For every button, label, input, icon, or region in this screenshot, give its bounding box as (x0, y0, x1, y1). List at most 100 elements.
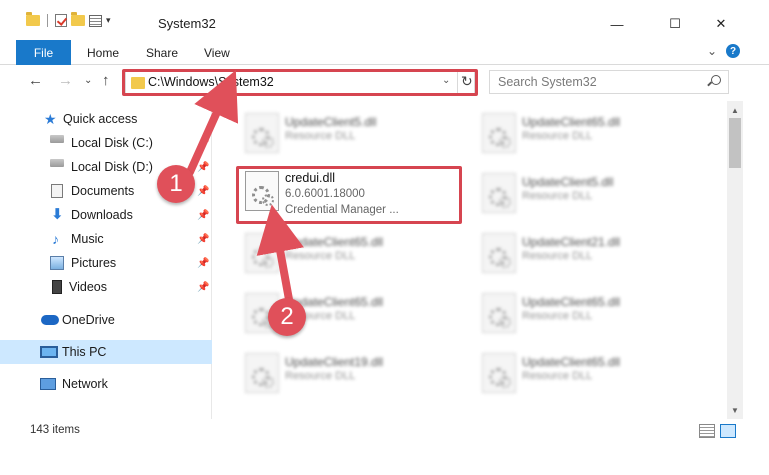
music-icon: ♪ (52, 231, 59, 247)
pin-icon: 📌 (197, 281, 210, 293)
file-name: UpdateClient65.dll (522, 115, 621, 129)
file-type: Resource DLL (285, 370, 356, 382)
drive-icon (50, 159, 64, 167)
sidebar-item-onedrive[interactable]: OneDrive (0, 308, 212, 332)
pin-icon: 📌 (197, 137, 210, 149)
sidebar-item-label: Local Disk (D:) (71, 160, 153, 174)
dll-file-icon (482, 173, 516, 213)
dll-file-icon (245, 353, 279, 393)
tab-view[interactable]: View (204, 46, 230, 60)
file-type: Resource DLL (522, 310, 593, 322)
dll-file-icon (482, 353, 516, 393)
vertical-scrollbar[interactable]: ▲ ▼ (727, 101, 743, 419)
sidebar-item-label: Documents (71, 184, 135, 198)
file-tile[interactable]: UpdateClient65.dll Resource DLL (472, 105, 692, 155)
properties-check-icon[interactable] (55, 14, 67, 27)
file-name: UpdateClient21.dll (522, 235, 621, 249)
step-2-marker: 2 (268, 298, 306, 336)
file-tile[interactable]: UpdateClient21.dll Resource DLL (472, 225, 692, 275)
step-1-marker: 1 (157, 165, 195, 203)
file-type: Resource DLL (285, 250, 356, 262)
sidebar-item-label: Downloads (71, 208, 133, 222)
sidebar-item-pictures[interactable]: Pictures 📌 (0, 251, 212, 275)
file-highlight-box (236, 166, 462, 224)
sidebar-item-network[interactable]: Network (0, 372, 212, 396)
sidebar-item-label: Music (71, 232, 104, 246)
sidebar-item-videos[interactable]: Videos 📌 (0, 275, 212, 299)
computer-icon (40, 346, 58, 358)
minimize-button[interactable]: — (594, 10, 640, 38)
file-tile[interactable]: UpdateClient65.dll Resource DLL (235, 225, 455, 275)
back-button[interactable]: ← (28, 72, 43, 89)
scroll-thumb[interactable] (729, 118, 741, 168)
sidebar-item-this-pc[interactable]: This PC (0, 340, 212, 364)
documents-icon (51, 184, 63, 198)
dll-file-icon (482, 113, 516, 153)
pin-icon: 📌 (197, 209, 210, 221)
file-type: Resource DLL (522, 190, 593, 202)
window-title: System32 (158, 16, 216, 31)
ribbon-tabs: File Home Share View ⌄ ? (0, 39, 769, 65)
file-tile[interactable]: UpdateClient65.dll Resource DLL (472, 345, 692, 395)
sidebar-item-label: Quick access (63, 112, 138, 126)
file-name: UpdateClient65.dll (522, 355, 621, 369)
file-tile[interactable]: UpdateClient65.dll Resource DLL (472, 285, 692, 335)
dll-file-icon (482, 293, 516, 333)
quick-access-toolbar: ▾ (26, 12, 111, 27)
pin-icon: 📌 (197, 161, 210, 173)
folder-icon (26, 12, 40, 26)
customize-toolbar-dropdown[interactable]: ▾ (106, 15, 111, 26)
sidebar-item-label: OneDrive (62, 313, 115, 327)
navigation-pane: ★ Quick access Local Disk (C:) 📌 Local D… (0, 101, 212, 419)
title-bar: ▾ System32 — ☐ ✕ (0, 0, 769, 44)
scroll-up-button[interactable]: ▲ (727, 103, 743, 117)
item-count: 143 items (30, 424, 80, 436)
sidebar-item-quick-access[interactable]: ★ Quick access (0, 107, 212, 131)
dll-file-icon (245, 233, 279, 273)
tab-home[interactable]: Home (87, 46, 119, 60)
tab-share[interactable]: Share (146, 46, 178, 60)
sidebar-item-label: Local Disk (C:) (71, 136, 153, 150)
network-icon (40, 378, 56, 390)
dll-file-icon (245, 113, 279, 153)
sidebar-item-local-disk-c[interactable]: Local Disk (C:) 📌 (0, 131, 212, 155)
close-button[interactable]: ✕ (698, 10, 744, 38)
sidebar-item-label: Network (62, 377, 108, 391)
sidebar-item-label: Videos (69, 280, 107, 294)
forward-button[interactable]: → (58, 72, 73, 89)
cloud-icon (41, 315, 59, 325)
file-tile[interactable]: UpdateClient5.dll Resource DLL (235, 105, 455, 155)
toolbar-divider (47, 14, 48, 27)
pictures-icon (50, 256, 64, 270)
address-highlight-box (122, 69, 478, 96)
file-list: UpdateClient5.dll Resource DLL UpdateCli… (213, 101, 727, 419)
properties-icon[interactable] (89, 14, 102, 27)
maximize-button[interactable]: ☐ (652, 10, 698, 38)
search-icon[interactable] (711, 75, 721, 85)
search-input[interactable]: Search System32 (498, 75, 597, 89)
file-name: UpdateClient65.dll (285, 235, 384, 249)
recent-locations-button[interactable]: ⌄ (84, 75, 92, 86)
file-name: UpdateClient19.dll (285, 355, 384, 369)
new-folder-icon[interactable] (71, 12, 85, 26)
file-name: UpdateClient65.dll (522, 295, 621, 309)
details-view-icon[interactable] (699, 424, 715, 438)
search-box[interactable]: Search System32 (489, 70, 729, 94)
pin-icon: 📌 (197, 257, 210, 269)
file-name: UpdateClient5.dll (285, 115, 377, 129)
tiles-view-icon[interactable] (720, 424, 736, 438)
scroll-down-button[interactable]: ▼ (727, 403, 743, 417)
tab-file[interactable]: File (16, 40, 71, 65)
file-tile[interactable]: UpdateClient5.dll Resource DLL (472, 165, 692, 215)
help-icon[interactable]: ? (726, 44, 740, 58)
expand-ribbon-icon[interactable]: ⌄ (707, 44, 717, 58)
sidebar-item-music[interactable]: ♪ Music 📌 (0, 227, 212, 251)
file-type: Resource DLL (522, 130, 593, 142)
up-button[interactable]: ↑ (102, 72, 110, 89)
file-type: Resource DLL (285, 130, 356, 142)
file-tile[interactable]: UpdateClient19.dll Resource DLL (235, 345, 455, 395)
videos-icon (52, 280, 62, 294)
bottom-strip (0, 443, 769, 475)
sidebar-item-downloads[interactable]: ⬇ Downloads 📌 (0, 203, 212, 227)
downloads-icon: ⬇ (51, 206, 64, 223)
